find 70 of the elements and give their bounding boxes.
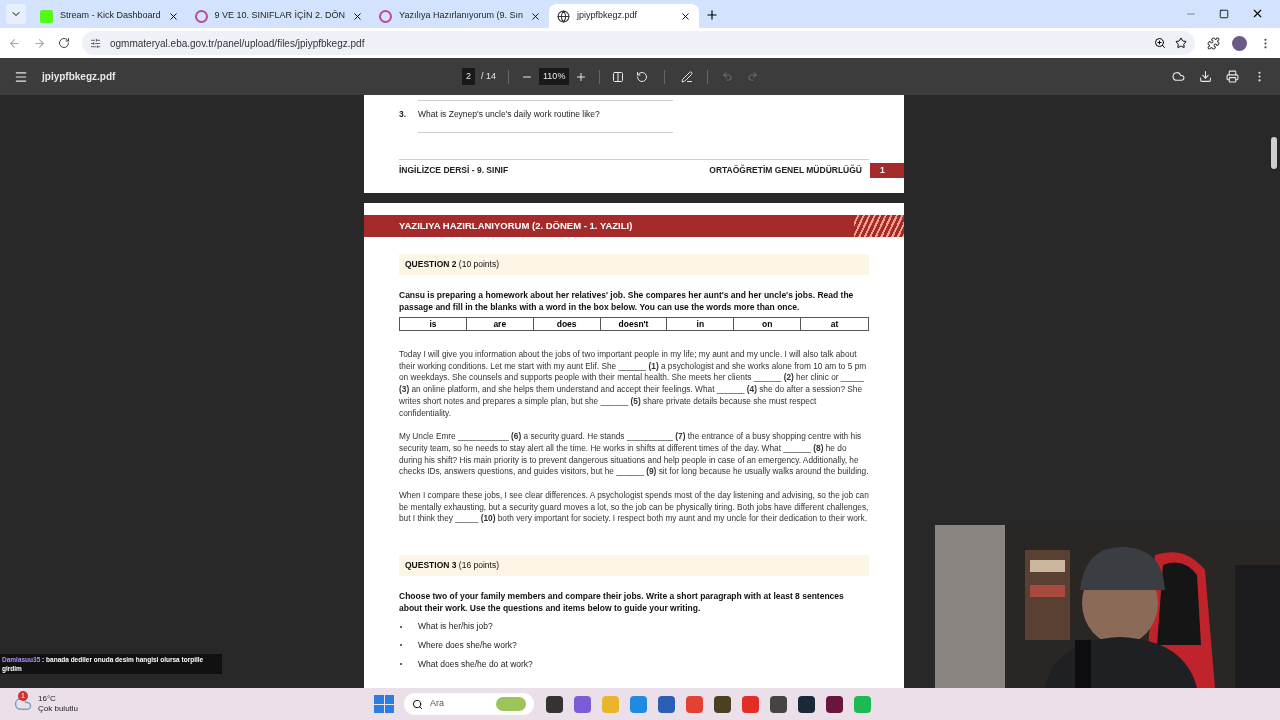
avatar-icon[interactable] bbox=[1232, 35, 1247, 51]
address-bar[interactable]: ogmmateryal.eba.gov.tr/panel/upload/files/jpiypfbkegz.pdf bbox=[82, 31, 1195, 55]
app-icon[interactable] bbox=[770, 695, 787, 713]
rotate-icon[interactable] bbox=[636, 70, 649, 83]
tab-title: Yazılıya Hazırlanıyorum (9. Sın bbox=[399, 9, 523, 23]
guide-question: What is her/his job? bbox=[418, 620, 493, 633]
tab-title: jpiypfbkegz.pdf bbox=[577, 9, 639, 23]
browser-tab[interactable]: jpiypfbkegz.pdf bbox=[549, 4, 699, 28]
question-heading: QUESTION 3 (16 points) bbox=[399, 555, 869, 577]
footer-subject: İNGİLİZCE DERSİ - 9. SINIF bbox=[399, 163, 509, 177]
passage-paragraph: Today I will give you information about the jobs of two important people in my life; my aunt and my uncle. I will also talk about their working conditions. Let me start with my aunt Elif. She ______ (1) a psychologist and she works alone from 10 am to 5 pm on weekdays. She counsels and supports people with their mental health. She meets her clients ______ (2) her clinic or _____ (3) an online platform, and she helps them understand and accept their feelings. What ______ (4) she do after a session? She writes short notes and prepares a simple plan, but she ______ (5) share private details because she must respect confidentiality. bbox=[399, 349, 868, 420]
app-icon[interactable] bbox=[798, 695, 815, 713]
zoom-field[interactable]: 110% bbox=[539, 67, 570, 86]
footer-institution: ORTAÖĞRETİM GENEL MÜDÜRLÜĞÜ bbox=[709, 163, 862, 177]
start-icon[interactable] bbox=[374, 695, 394, 713]
zoom-icon[interactable] bbox=[1154, 37, 1166, 49]
close-icon[interactable] bbox=[1251, 7, 1264, 20]
weather-condition: Çok bulutlu bbox=[38, 704, 79, 714]
cloud-icon[interactable] bbox=[1172, 70, 1185, 83]
menu-icon[interactable] bbox=[14, 69, 28, 84]
globe-icon bbox=[557, 9, 570, 23]
instructions: Choose two of your family members and compare their jobs. Write a short paragraph with at least 8 sentences about their work. Use the questions and items below to guide your writing. bbox=[399, 591, 845, 615]
banner-title: YAZILIYA HAZIRLANIYORUM (2. DÖNEM - 1. YAZILI) bbox=[399, 218, 633, 233]
tab-title: 9 VE 10. SINIFLAR İÇİN 2. DÖN bbox=[214, 9, 346, 23]
word-cell-text: at bbox=[829, 318, 840, 330]
question-text: What is Zeynep's uncle's daily work routine like? bbox=[418, 108, 600, 121]
app-icon[interactable] bbox=[546, 695, 563, 713]
temperature: 16°C bbox=[38, 694, 57, 704]
taskbar-search[interactable]: Ara bbox=[404, 693, 534, 715]
instructions: Cansu is preparing a homework about her relatives' job. She compares her aunt's and her uncle's jobs. Read the passage and fill in the blanks with a word in the box below. You can use the words more than once. bbox=[399, 290, 855, 313]
restore-icon[interactable] bbox=[1219, 8, 1229, 19]
search-icon bbox=[412, 698, 423, 710]
annotate-icon[interactable] bbox=[681, 70, 694, 83]
site-settings-icon[interactable] bbox=[90, 37, 101, 49]
page-count: / 14 bbox=[481, 69, 497, 83]
tab-search-button[interactable] bbox=[6, 4, 26, 24]
emblem-icon bbox=[194, 9, 208, 23]
page-number-field[interactable]: 2 bbox=[462, 67, 475, 86]
question-number: 3. bbox=[399, 108, 408, 121]
k-logo-icon bbox=[40, 9, 53, 23]
question-heading: QUESTION 2 (10 points) bbox=[399, 254, 869, 275]
word-cell: are bbox=[466, 318, 534, 330]
tab-title: Stream - Kick Dashboard bbox=[60, 9, 161, 23]
print-icon[interactable] bbox=[1226, 70, 1239, 83]
guide-question: Where does she/he work? bbox=[418, 638, 517, 652]
close-icon[interactable] bbox=[680, 10, 691, 22]
fit-page-icon[interactable] bbox=[612, 70, 625, 83]
reload-icon[interactable] bbox=[58, 37, 70, 49]
app-icon[interactable] bbox=[714, 695, 731, 713]
word-cell: in bbox=[667, 318, 735, 330]
scrollbar-thumb[interactable] bbox=[1271, 137, 1277, 169]
new-tab-icon[interactable] bbox=[705, 8, 719, 22]
word-cell: doesn't bbox=[600, 318, 668, 330]
passage-paragraph: My Uncle Emre ___________ (6) a security guard. He stands __________ (7) the entrance of a busy shopping centre with his security team, so he needs to stay alert all the time. He works in shifts at different times of the day. What ______ (8) he do during his shift? His main priority is to prevent dangerous situations and help people in case of an emergency. Additionally, he checks IDs, answers questions, and guides visitors, but he ______ (9) sit for long because he usually walks around the building. bbox=[399, 431, 869, 479]
download-icon[interactable] bbox=[1199, 70, 1212, 83]
app-icon[interactable] bbox=[826, 695, 843, 713]
file-name: jpiypfbkegz.pdf bbox=[42, 70, 117, 84]
guide-question: What does she/he do at work? bbox=[418, 657, 533, 671]
word-cell: on bbox=[734, 318, 802, 330]
word-cell: does bbox=[533, 318, 601, 330]
close-icon[interactable] bbox=[167, 10, 179, 22]
word-cell: is bbox=[400, 318, 467, 330]
star-icon[interactable] bbox=[1175, 37, 1187, 49]
close-icon[interactable] bbox=[352, 10, 364, 22]
close-icon[interactable] bbox=[530, 10, 541, 22]
extensions-icon[interactable] bbox=[1207, 36, 1220, 50]
passage-paragraph: When I compare these jobs, I see clear differences. A psychologist spends most of the day listening and advising, so the job can be mentally exhausting, but a security guard moves a lot, so the job can be physically tiring. Both jobs have different challenges, but I think they _____ (10) both very important for society. I respect both my aunt and my uncle for their dedication to their work. bbox=[399, 490, 869, 526]
emblem-icon bbox=[379, 9, 393, 23]
zoom-in-icon[interactable] bbox=[575, 70, 588, 83]
url-text: ogmmateryal.eba.gov.tr/panel/upload/files/jpiypfbkegz.pdf bbox=[110, 36, 365, 51]
